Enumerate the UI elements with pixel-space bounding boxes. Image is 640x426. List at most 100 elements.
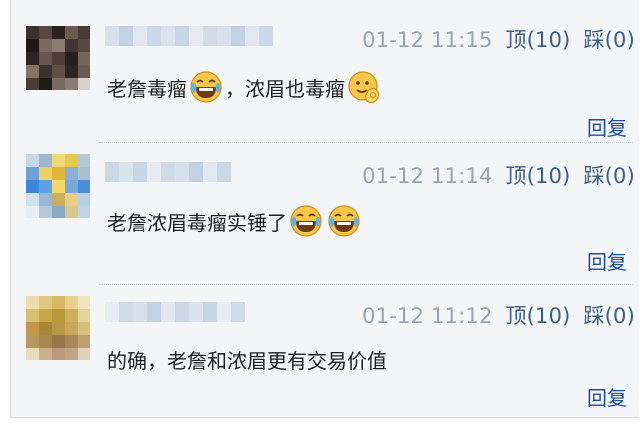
avatar-pixel xyxy=(78,296,90,309)
upvote-button[interactable]: 顶(10) xyxy=(505,164,570,188)
avatar-pixel xyxy=(78,26,90,39)
avatar-pixel xyxy=(26,309,39,322)
username-pixel xyxy=(189,302,203,322)
avatar-pixel xyxy=(39,167,52,180)
comment-text-part: 老詹浓眉毒瘤实锤了 xyxy=(107,210,287,235)
username-pixel xyxy=(119,162,133,182)
avatar-pixel xyxy=(26,193,39,206)
avatar-pixel xyxy=(26,348,39,360)
comment-text-part: 的确，老詹和浓眉更有交易价值 xyxy=(107,348,387,373)
avatar-pixel xyxy=(65,348,78,360)
avatar-pixel xyxy=(78,154,90,167)
avatar-pixel xyxy=(78,180,90,193)
avatar-pixel xyxy=(78,335,90,348)
avatar-pixel xyxy=(26,206,39,218)
username-pixel xyxy=(147,302,161,322)
avatar-pixel xyxy=(26,65,39,78)
username-pixel xyxy=(259,26,273,46)
avatar-pixel xyxy=(52,309,65,322)
username-blurred[interactable] xyxy=(105,302,245,322)
avatar-pixel xyxy=(52,52,65,65)
avatar-pixel xyxy=(26,335,39,348)
avatar-pixel xyxy=(52,296,65,309)
avatar-pixel xyxy=(78,322,90,335)
avatar[interactable] xyxy=(26,26,90,90)
avatar-pixel xyxy=(39,39,52,52)
downvote-button[interactable]: 踩(0) xyxy=(583,28,635,52)
avatar-pixel xyxy=(39,193,52,206)
username-pixel xyxy=(119,302,133,322)
downvote-button[interactable]: 踩(0) xyxy=(583,164,635,188)
username-pixel xyxy=(161,162,175,182)
avatar-pixel xyxy=(52,78,65,90)
avatar-pixel xyxy=(78,309,90,322)
avatar-pixel xyxy=(26,296,39,309)
avatar-pixel xyxy=(26,26,39,39)
comment-text: 老詹浓眉毒瘤实锤了 xyxy=(107,202,363,240)
avatar-pixel xyxy=(39,322,52,335)
avatar-pixel xyxy=(26,39,39,52)
avatar-pixel xyxy=(52,154,65,167)
username-pixel xyxy=(133,26,147,46)
avatar-pixel xyxy=(65,52,78,65)
avatar-pixel xyxy=(26,167,39,180)
upvote-button[interactable]: 顶(10) xyxy=(505,304,570,328)
avatar-pixel xyxy=(78,52,90,65)
avatar-pixel xyxy=(39,65,52,78)
avatar-pixel xyxy=(78,206,90,218)
avatar-pixel xyxy=(65,335,78,348)
username-pixel xyxy=(105,162,119,182)
upvote-button[interactable]: 顶(10) xyxy=(505,28,570,52)
username-blurred[interactable] xyxy=(105,26,273,46)
avatar-pixel xyxy=(65,78,78,90)
username-pixel xyxy=(119,26,133,46)
comment-thread: 01-12 11:15 顶(10) 踩(0) 老詹毒瘤 ，浓眉也毒瘤 回复 01… xyxy=(10,0,639,418)
username-pixel xyxy=(217,26,231,46)
username-pixel xyxy=(231,302,245,322)
downvote-button[interactable]: 踩(0) xyxy=(583,304,635,328)
avatar-pixel xyxy=(39,335,52,348)
reply-button[interactable]: 回复 xyxy=(587,112,627,141)
avatar-pixel xyxy=(39,180,52,193)
comment-item: 01-12 11:15 顶(10) 踩(0) 老詹毒瘤 ，浓眉也毒瘤 回复 xyxy=(11,0,639,140)
username-pixel xyxy=(161,26,175,46)
avatar-pixel xyxy=(26,154,39,167)
username-pixel xyxy=(147,26,161,46)
avatar-pixel xyxy=(39,309,52,322)
comment-item: 01-12 11:12 顶(10) 踩(0) 的确，老詹和浓眉更有交易价值 回复 xyxy=(11,284,639,417)
avatar-pixel xyxy=(52,180,65,193)
username-pixel xyxy=(203,26,217,46)
avatar-pixel xyxy=(65,180,78,193)
username-pixel xyxy=(189,162,203,182)
username-pixel xyxy=(217,162,231,182)
avatar-pixel xyxy=(65,193,78,206)
comment-timestamp: 01-12 11:14 xyxy=(362,164,493,188)
avatar-pixel xyxy=(26,322,39,335)
username-pixel xyxy=(231,26,245,46)
avatar-pixel xyxy=(39,52,52,65)
username-blurred[interactable] xyxy=(105,162,233,182)
avatar-pixel xyxy=(78,39,90,52)
username-pixel xyxy=(105,302,119,322)
avatar-pixel xyxy=(39,348,52,360)
avatar-pixel xyxy=(26,78,39,90)
laugh-cry-emoji-icon xyxy=(328,205,360,237)
avatar-pixel xyxy=(39,296,52,309)
username-pixel xyxy=(175,26,189,46)
avatar-pixel xyxy=(52,322,65,335)
comment-timestamp: 01-12 11:15 xyxy=(362,28,493,52)
avatar-pixel xyxy=(39,78,52,90)
laugh-cry-emoji-icon xyxy=(290,205,322,237)
username-pixel xyxy=(161,302,175,322)
username-pixel xyxy=(203,302,217,322)
avatar-pixel xyxy=(78,78,90,90)
username-pixel xyxy=(175,302,189,322)
avatar-pixel xyxy=(78,193,90,206)
avatar-pixel xyxy=(78,167,90,180)
reply-button[interactable]: 回复 xyxy=(587,382,627,411)
comment-timestamp: 01-12 11:12 xyxy=(362,304,493,328)
comment-meta: 01-12 11:12 顶(10) 踩(0) xyxy=(362,300,635,330)
avatar[interactable] xyxy=(26,296,90,360)
avatar[interactable] xyxy=(26,154,90,218)
reply-button[interactable]: 回复 xyxy=(587,246,627,275)
